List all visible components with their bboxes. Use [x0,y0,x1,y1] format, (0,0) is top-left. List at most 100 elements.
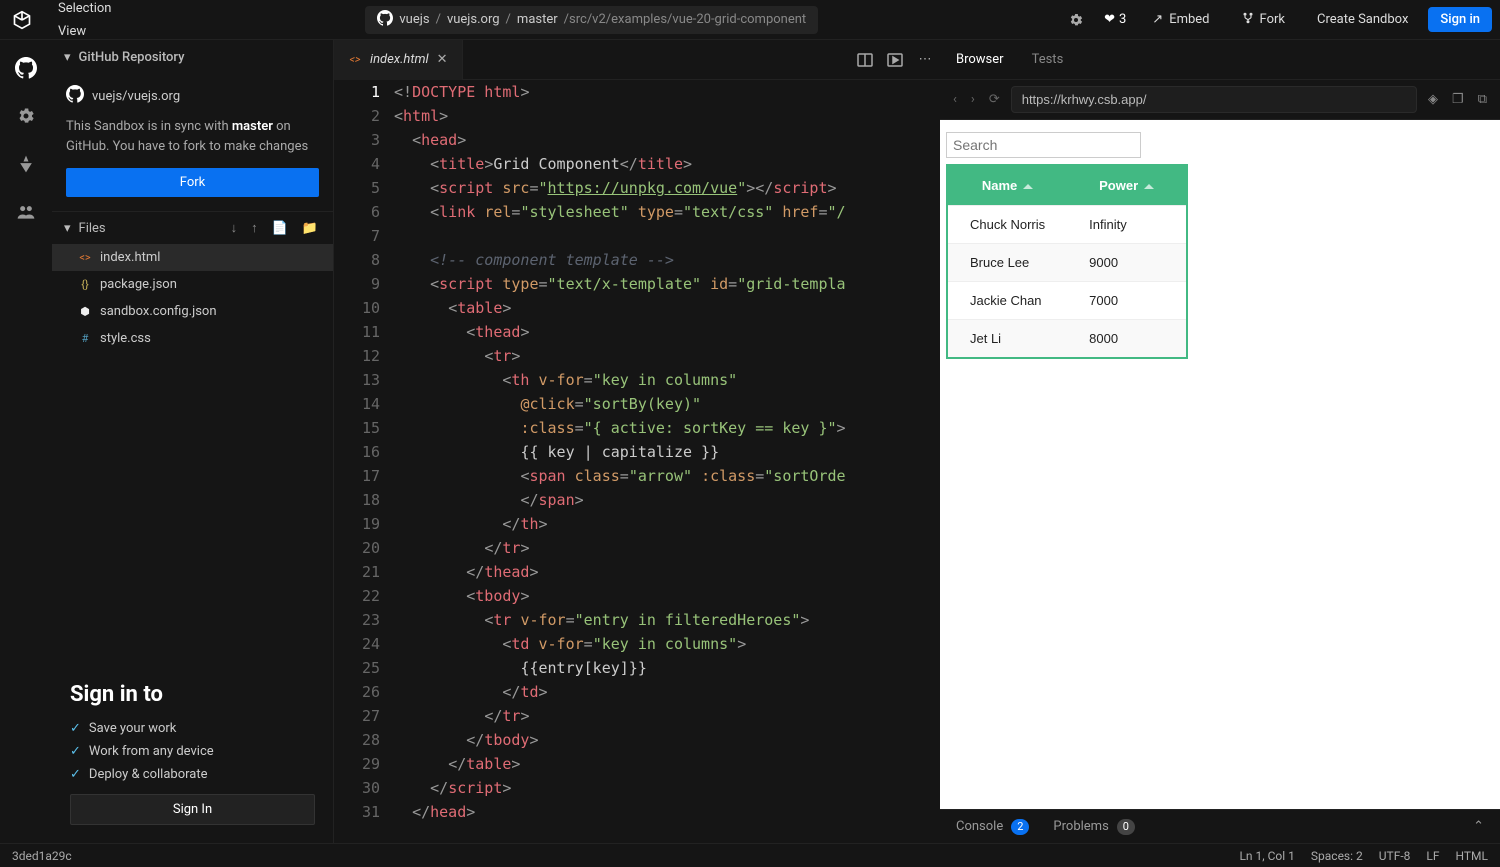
fork-icon [1242,12,1254,28]
more-icon[interactable]: ⋯ [910,52,940,67]
split-panel-icon[interactable] [850,52,880,68]
file-type-icon: <> [78,251,92,265]
grid-column-header[interactable]: Power [1067,165,1187,206]
like-button[interactable]: ❤ 3 [1098,12,1132,27]
sync-message: This Sandbox is in sync with master on G… [66,117,319,156]
indent-setting[interactable]: Spaces: 2 [1311,849,1363,863]
table-row: Chuck NorrisInfinity [947,206,1187,244]
console-count-badge: 2 [1011,819,1029,835]
embed-button[interactable]: ↗ Embed [1140,7,1221,32]
file-list: <> index.html {}package.json ⬢ sandbox.confi… [52,244,333,352]
file-type-icon: ⬢ [78,305,92,319]
forward-icon[interactable]: › [968,92,978,107]
file-name: style.css [100,331,151,346]
file-item[interactable]: {}package.json [52,271,333,298]
address-bar: ‹ › ⟳ ◈ ❐ ⧉ [940,80,1500,120]
new-folder-icon[interactable]: 📁 [299,221,321,236]
data-grid: NamePower Chuck NorrisInfinityBruce Lee9… [946,164,1188,359]
heart-icon: ❤ [1104,12,1115,27]
file-name: index.html [100,250,160,265]
file-name: sandbox.config.json [100,304,217,319]
tab-index-html[interactable]: <> index.html ✕ [334,40,463,80]
share-icon: ↗ [1152,12,1163,27]
breadcrumb[interactable]: vuejs/ vuejs.org/ master /src/v2/example… [365,6,818,34]
repo-link[interactable]: vuejs/vuejs.org [66,85,319,107]
preview-icon[interactable] [880,52,910,68]
github-icon [66,85,84,107]
search-input[interactable] [946,132,1141,158]
diamond-icon[interactable]: ◈ [1425,92,1441,107]
benefit-item: ✓Deploy & collaborate [70,767,315,782]
table-row: Jackie Chan7000 [947,282,1187,320]
copy-icon[interactable]: ⧉ [1475,92,1490,107]
table-cell: 8000 [1067,320,1187,359]
menu-item-selection[interactable]: Selection [48,0,121,20]
table-cell: Bruce Lee [947,244,1067,282]
signin-panel-button[interactable]: Sign In [70,794,315,825]
new-file-icon[interactable]: 📄 [269,221,291,236]
grid-column-header[interactable]: Name [947,165,1067,206]
tab-browser[interactable]: Browser [956,52,1004,67]
signin-button[interactable]: Sign in [1428,7,1492,32]
commit-hash[interactable]: 3ded1a29c [12,849,72,863]
live-icon[interactable] [14,200,38,224]
table-cell: 9000 [1067,244,1187,282]
file-type-icon: # [78,332,92,346]
chevron-down-icon: ▾ [64,221,71,236]
table-cell: Infinity [1067,206,1187,244]
download-icon[interactable]: ↓ [228,220,241,236]
problems-tab[interactable]: Problems 0 [1053,819,1135,835]
check-icon: ✓ [70,744,81,759]
file-item[interactable]: <> index.html [52,244,333,271]
encoding[interactable]: UTF-8 [1379,849,1411,863]
fork-button[interactable]: Fork [1230,7,1297,33]
open-window-icon[interactable]: ❐ [1449,92,1467,107]
signin-title: Sign in to [70,682,315,707]
deploy-icon[interactable] [14,152,38,176]
back-icon[interactable]: ‹ [950,92,960,107]
code-editor[interactable]: 1234567891011121314151617181920212223242… [334,80,940,843]
breadcrumb-path: /src/v2/examples/vue-20-grid-component [564,12,807,27]
gear-icon[interactable] [1062,6,1090,34]
url-input[interactable] [1011,86,1417,113]
sort-arrow-icon [1023,184,1033,189]
codesandbox-logo-icon[interactable] [8,6,36,34]
table-row: Bruce Lee9000 [947,244,1187,282]
repo-name: vuejs/vuejs.org [92,89,180,104]
breadcrumb-branch: master [517,12,558,27]
cursor-position[interactable]: Ln 1, Col 1 [1239,849,1294,863]
editor-tabbar: <> index.html ✕ ⋯ [334,40,940,80]
html-file-icon: <> [348,53,362,67]
tab-tests[interactable]: Tests [1032,52,1064,67]
chevron-down-icon: ▾ [64,50,71,65]
refresh-icon[interactable]: ⟳ [986,92,1003,107]
chevron-up-icon[interactable]: ⌃ [1473,819,1484,834]
sidebar-header[interactable]: ▾ GitHub Repository [52,40,333,75]
upload-icon[interactable]: ↑ [248,220,261,236]
breadcrumb-owner: vuejs [399,12,429,27]
preview-tabs: Browser Tests [940,40,1500,80]
table-cell: 7000 [1067,282,1187,320]
language-mode[interactable]: HTML [1456,849,1489,863]
table-cell: Jet Li [947,320,1067,359]
table-cell: Jackie Chan [947,282,1067,320]
problems-count-badge: 0 [1117,819,1135,835]
breadcrumb-repo: vuejs.org [447,12,500,27]
sidebar: ▾ GitHub Repository vuejs/vuejs.org This… [52,40,334,843]
fork-sidebar-button[interactable]: Fork [66,168,319,197]
github-icon[interactable] [14,56,38,80]
table-cell: Chuck Norris [947,206,1067,244]
files-section-header[interactable]: ▾ Files ↓ ↑ 📄 📁 [52,212,333,244]
top-menu-bar: FileEditSelectionViewGoHelp vuejs/ vuejs… [0,0,1500,40]
create-sandbox-button[interactable]: Create Sandbox [1305,7,1420,32]
file-item[interactable]: ⬢ sandbox.config.json [52,298,333,325]
check-icon: ✓ [70,721,81,736]
file-item[interactable]: # style.css [52,325,333,352]
close-icon[interactable]: ✕ [437,52,448,67]
eol[interactable]: LF [1426,849,1439,863]
activity-bar [0,40,52,843]
settings-icon[interactable] [14,104,38,128]
console-tab[interactable]: Console 2 [956,819,1029,835]
check-icon: ✓ [70,767,81,782]
signin-panel: Sign in to ✓Save your work✓Work from any… [52,664,333,843]
